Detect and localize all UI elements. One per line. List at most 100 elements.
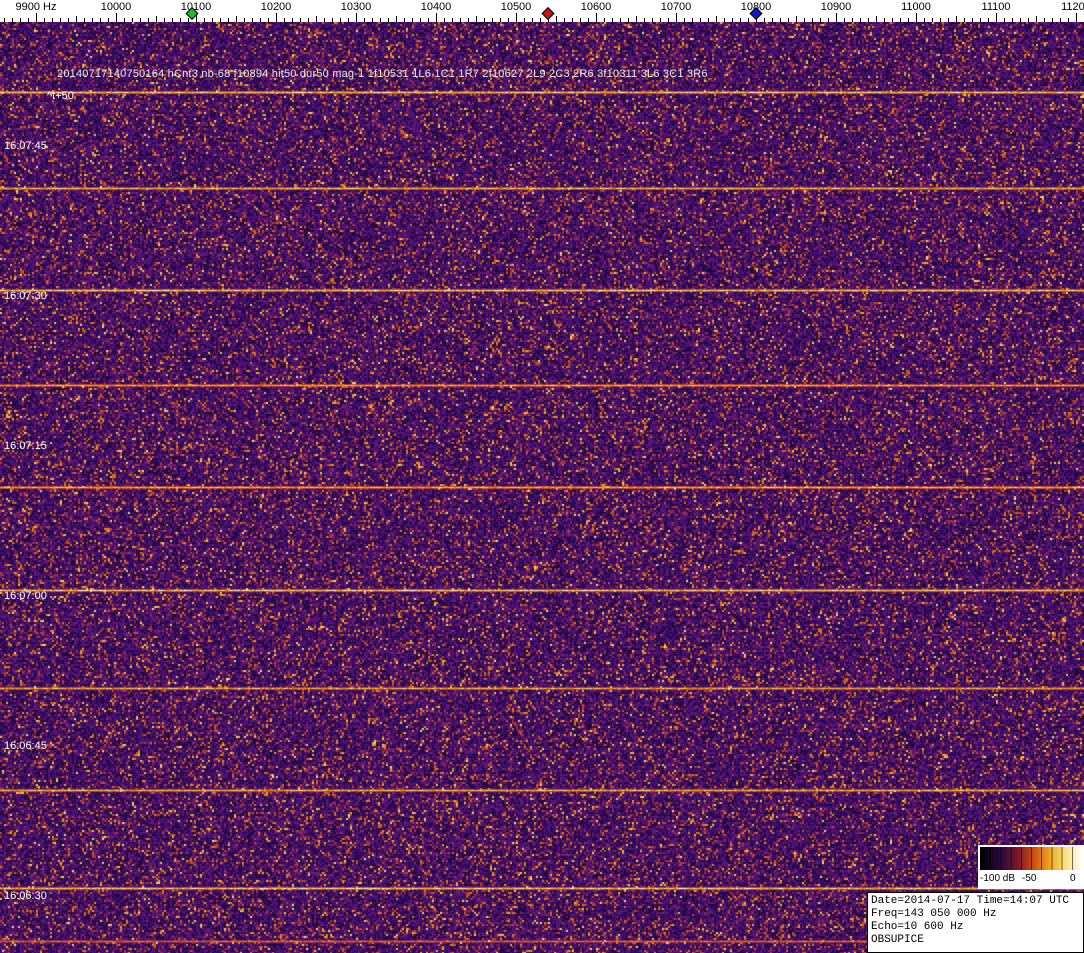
freq-tick-label: 10400	[420, 1, 452, 13]
freq-tick-label: 10300	[340, 1, 372, 13]
ruler-tick	[172, 18, 173, 22]
ruler-tick	[988, 18, 989, 22]
ruler-tick	[684, 18, 685, 22]
ruler-tick	[716, 16, 717, 22]
ruler-tick	[732, 18, 733, 22]
ruler-tick	[100, 18, 101, 22]
ruler-tick	[900, 18, 901, 22]
ruler-tick	[924, 18, 925, 22]
spectrogram-canvas	[0, 22, 1084, 953]
freq-tick-label: 9900 Hz	[15, 1, 57, 13]
ruler-tick	[260, 18, 261, 22]
ruler-tick	[932, 18, 933, 22]
ruler-tick	[836, 13, 837, 22]
ruler-tick	[828, 18, 829, 22]
ruler-tick	[780, 18, 781, 22]
freq-tick-label: 10700	[660, 1, 692, 13]
ruler-tick	[140, 18, 141, 22]
ruler-tick	[1068, 18, 1069, 22]
ruler-tick	[52, 18, 53, 22]
ruler-tick	[740, 18, 741, 22]
ruler-tick	[596, 13, 597, 22]
ruler-tick	[268, 18, 269, 22]
freq-tick-label: 11100	[981, 1, 1011, 13]
ruler-tick	[692, 18, 693, 22]
ruler-tick	[1020, 18, 1021, 22]
ruler-tick	[44, 18, 45, 22]
ruler-tick	[132, 18, 133, 22]
colorbar-label-mid: -50	[1022, 873, 1037, 884]
ruler-tick	[604, 18, 605, 22]
ruler-tick	[1028, 18, 1029, 22]
ruler-tick	[772, 18, 773, 22]
ruler-tick	[444, 18, 445, 22]
ruler-tick	[12, 18, 13, 22]
ruler-tick	[1036, 16, 1037, 22]
ruler-tick	[348, 18, 349, 22]
ruler-tick	[252, 18, 253, 22]
ruler-tick	[644, 18, 645, 22]
ruler-tick	[292, 18, 293, 22]
ruler-tick	[244, 18, 245, 22]
freq-tick-label: 10500	[500, 1, 532, 13]
ruler-tick	[724, 18, 725, 22]
colorbar-label-max: 0	[1070, 873, 1076, 884]
ruler-tick	[436, 13, 437, 22]
ruler-tick	[316, 16, 317, 22]
ruler-tick	[868, 18, 869, 22]
ruler-tick	[572, 18, 573, 22]
ruler-tick	[860, 18, 861, 22]
ruler-tick	[412, 18, 413, 22]
observation-info-box: Date=2014-07-17 Time=14:07 UTC Freq=143 …	[867, 892, 1084, 953]
colorbar-gradient	[980, 847, 1082, 870]
colorbar-label-min: -100 dB	[980, 873, 1016, 884]
ruler-tick	[508, 18, 509, 22]
app-window: 9900 Hz 10000 10100 10200 10300 10400 10500 106…	[0, 0, 1084, 953]
ruler-tick	[108, 18, 109, 22]
ruler-tick	[876, 16, 877, 22]
ruler-tick	[628, 18, 629, 22]
freq-tick-label: 10600	[580, 1, 612, 13]
ruler-tick	[428, 18, 429, 22]
red-frequency-marker-icon[interactable]	[541, 7, 555, 20]
ruler-tick	[4, 18, 5, 22]
ruler-tick	[1060, 18, 1061, 22]
ruler-tick	[1004, 18, 1005, 22]
ruler-tick	[636, 16, 637, 22]
ruler-tick	[68, 18, 69, 22]
ruler-tick	[940, 18, 941, 22]
ruler-tick	[660, 18, 661, 22]
ruler-tick	[380, 18, 381, 22]
ruler-tick	[204, 18, 205, 22]
ruler-tick	[36, 13, 37, 22]
ruler-tick	[116, 13, 117, 22]
ruler-tick	[388, 18, 389, 22]
freq-tick-label: 10200	[260, 1, 292, 13]
ruler-tick	[612, 18, 613, 22]
ruler-tick	[1012, 18, 1013, 22]
ruler-tick	[420, 18, 421, 22]
ruler-tick	[148, 18, 149, 22]
ruler-tick	[372, 18, 373, 22]
ruler-tick	[788, 18, 789, 22]
ruler-tick	[300, 18, 301, 22]
ruler-tick	[812, 18, 813, 22]
ruler-tick	[20, 18, 21, 22]
freq-tick-label: 11200	[1061, 1, 1084, 13]
ruler-tick	[284, 18, 285, 22]
frequency-ruler: 9900 Hz 10000 10100 10200 10300 10400 10500 106…	[0, 0, 1084, 22]
ruler-tick	[580, 18, 581, 22]
ruler-tick	[396, 16, 397, 22]
ruler-tick	[28, 18, 29, 22]
ruler-tick	[76, 16, 77, 22]
ruler-tick	[956, 16, 957, 22]
ruler-tick	[220, 18, 221, 22]
ruler-tick	[92, 18, 93, 22]
ruler-tick	[340, 18, 341, 22]
intensity-colorbar: -100 dB -50 0	[978, 845, 1084, 889]
ruler-tick	[668, 18, 669, 22]
ruler-tick	[980, 18, 981, 22]
ruler-tick	[188, 18, 189, 22]
ruler-tick	[516, 13, 517, 22]
info-station-line: OBSUPICE	[871, 934, 924, 946]
